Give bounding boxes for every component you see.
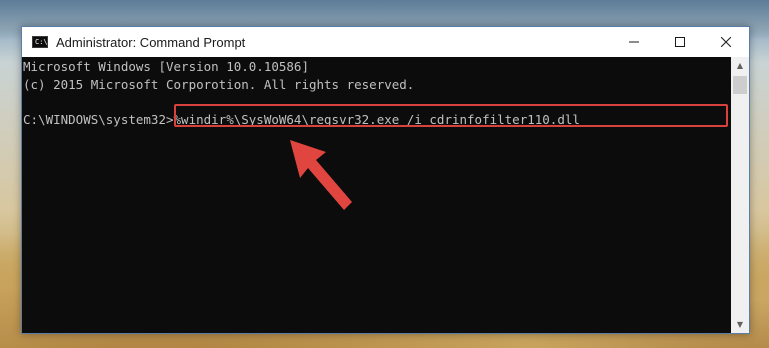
close-icon xyxy=(721,37,731,47)
minimize-button[interactable] xyxy=(611,27,657,57)
maximize-button[interactable] xyxy=(657,27,703,57)
maximize-icon xyxy=(675,37,685,47)
console-app-icon-label: C:\ xyxy=(35,38,48,46)
console-line-version: Microsoft Windows [Version 10.0.10586] xyxy=(23,59,309,74)
scroll-down-icon[interactable]: ▼ xyxy=(731,316,749,333)
command-highlight-box xyxy=(174,104,728,127)
window-controls xyxy=(611,27,749,57)
vertical-scrollbar[interactable]: ▲ ▼ xyxy=(731,57,749,333)
scrollbar-thumb[interactable] xyxy=(733,76,747,94)
console-app-icon: C:\ xyxy=(32,36,48,48)
command-prompt-window[interactable]: C:\ Administrator: Command Prompt Micros… xyxy=(21,26,750,334)
pointer-arrow-icon xyxy=(290,140,352,210)
minimize-icon xyxy=(629,41,639,43)
console-prompt: C:\WINDOWS\system32> xyxy=(23,112,174,127)
console-output[interactable]: Microsoft Windows [Version 10.0.10586] (… xyxy=(22,57,731,333)
console-line-copyright: (c) 2015 Microsoft Corporotion. All righ… xyxy=(23,77,415,92)
close-button[interactable] xyxy=(703,27,749,57)
title-bar[interactable]: C:\ Administrator: Command Prompt xyxy=(22,27,749,57)
scroll-up-icon[interactable]: ▲ xyxy=(731,57,749,74)
window-title: Administrator: Command Prompt xyxy=(56,34,246,50)
